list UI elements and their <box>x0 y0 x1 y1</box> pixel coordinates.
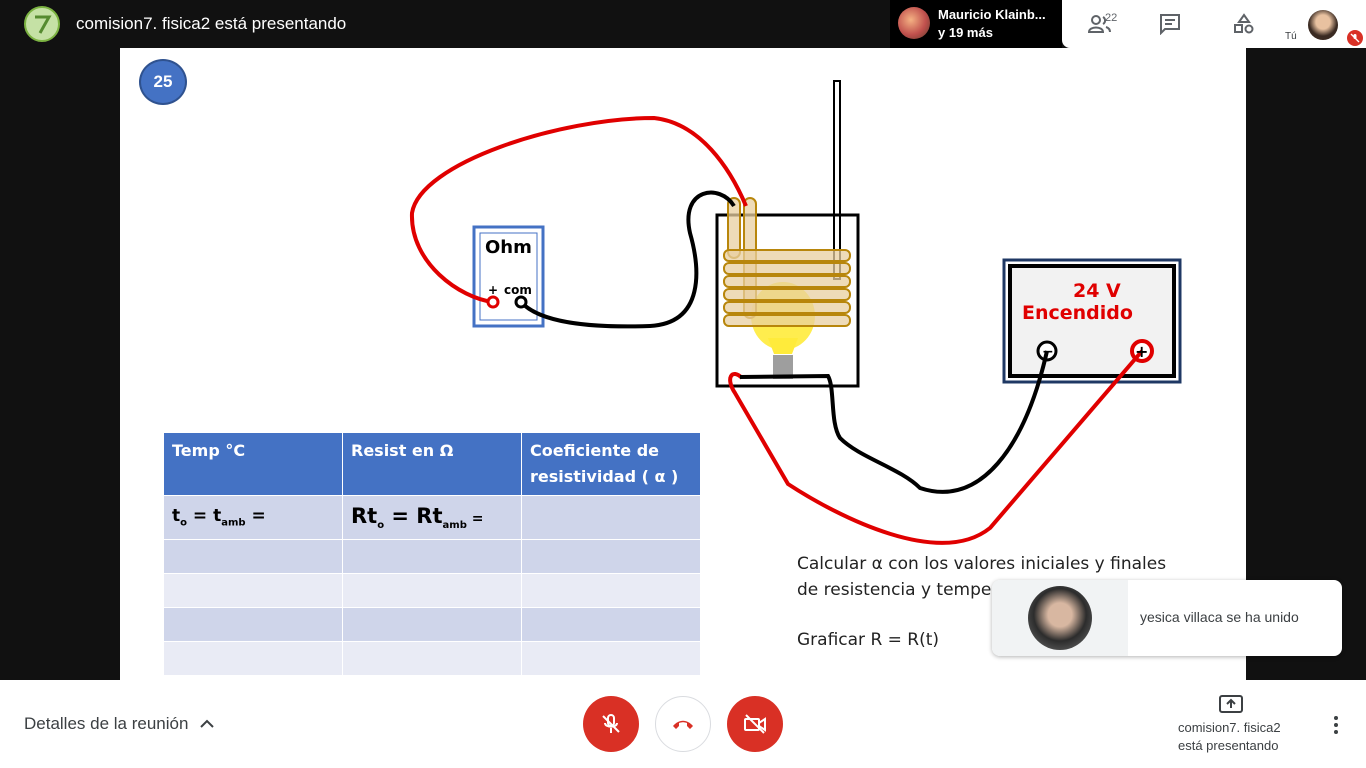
table-row <box>163 573 701 608</box>
table-cell <box>163 641 343 676</box>
table-cell <box>163 607 343 642</box>
voltage-label: 24 V <box>1073 280 1121 302</box>
camera-off-icon <box>744 714 766 734</box>
table-row <box>163 539 701 574</box>
meet-window: comision7. fisica2 está presentando Maur… <box>0 0 1366 768</box>
ohm-plus-label: + <box>488 283 498 297</box>
camera-toggle-button[interactable] <box>727 696 783 752</box>
ohm-label: Ohm <box>485 237 532 258</box>
hang-up-button[interactable] <box>655 696 711 752</box>
mic-off-icon <box>602 714 620 733</box>
table-cell <box>342 607 522 642</box>
ohm-com-label: com <box>504 283 532 297</box>
toast-thumbnail <box>992 580 1128 656</box>
chevron-up-icon <box>200 719 215 728</box>
data-table: Temp °C Resist en Ω Coeficiente de resis… <box>163 432 701 676</box>
cell-coef-initial <box>521 495 701 540</box>
chat-icon <box>1160 14 1180 35</box>
presenting-status-line2: está presentando <box>1178 738 1279 753</box>
present-screen-button[interactable] <box>1218 694 1244 719</box>
power-status: Encendido <box>1022 302 1133 324</box>
neg-sign: − <box>1042 344 1054 360</box>
people-count: 22 <box>1105 12 1118 24</box>
mic-toggle-button[interactable] <box>583 696 639 752</box>
table-cell <box>163 573 343 608</box>
meeting-details-label: Detalles de la reunión <box>24 714 189 733</box>
table-cell <box>521 607 701 642</box>
join-notification: yesica villaca se ha unido <box>992 580 1342 656</box>
header-resist: Resist en Ω <box>342 432 522 496</box>
seven-logo-icon <box>35 15 52 34</box>
participant-chip[interactable]: Mauricio Klainb... y 19 más <box>890 0 1062 48</box>
table-cell <box>342 539 522 574</box>
ohm-com-terminal <box>514 295 528 309</box>
self-avatar[interactable] <box>1308 10 1338 40</box>
you-label: Tú <box>1285 31 1297 42</box>
presenting-status-line1: comision7. fisica2 <box>1178 720 1281 735</box>
table-cell <box>342 641 522 676</box>
phone-hangup-icon <box>673 720 693 729</box>
pos-sign: + <box>1135 342 1148 361</box>
table-cell <box>521 573 701 608</box>
table-cell <box>163 539 343 574</box>
header-temp: Temp °C <box>163 432 343 496</box>
calc-instruction-line1: Calcular α con los valores iniciales y f… <box>797 554 1167 574</box>
ohm-plus-terminal <box>486 295 500 309</box>
header-coef: Coeficiente de resistividad ( α ) <box>521 432 701 496</box>
join-notification-text: yesica villaca se ha unido <box>1140 609 1299 625</box>
chat-button[interactable] <box>1156 10 1184 38</box>
calc-instruction-line2: de resistencia y temper <box>797 580 999 600</box>
self-mic-off-icon <box>1347 30 1363 46</box>
table-cell <box>342 573 522 608</box>
black-wire-ohmmeter <box>519 190 736 329</box>
shapes-icon <box>1234 13 1254 34</box>
cell-resist-initial: Rto = Rtamb = <box>342 495 522 540</box>
table-cell <box>521 539 701 574</box>
table-header-row: Temp °C Resist en Ω Coeficiente de resis… <box>163 432 701 496</box>
joiner-avatar <box>1028 586 1092 650</box>
participant-more: y 19 más <box>938 25 993 40</box>
table-cell <box>521 641 701 676</box>
graph-instruction: Graficar R = R(t) <box>797 630 940 650</box>
more-vert-icon <box>1334 716 1338 734</box>
resistance-coil <box>723 197 851 327</box>
table-row <box>163 641 701 676</box>
table-row: to = tamb = Rto = Rtamb = <box>163 495 701 540</box>
participant-avatar <box>898 7 930 39</box>
bottom-toolbar: Detalles de la reunión comision7. fisica… <box>0 680 1366 768</box>
presenting-title: comision7. fisica2 está presentando <box>76 14 347 33</box>
presenter-avatar <box>24 6 60 42</box>
participant-name: Mauricio Klainb... <box>938 7 1046 22</box>
table-row <box>163 607 701 642</box>
meeting-details-button[interactable]: Detalles de la reunión <box>24 714 215 734</box>
activities-button[interactable] <box>1230 10 1258 38</box>
more-options-button[interactable] <box>1324 710 1348 740</box>
cell-temp-initial: to = tamb = <box>163 495 343 540</box>
present-screen-icon <box>1219 695 1243 713</box>
